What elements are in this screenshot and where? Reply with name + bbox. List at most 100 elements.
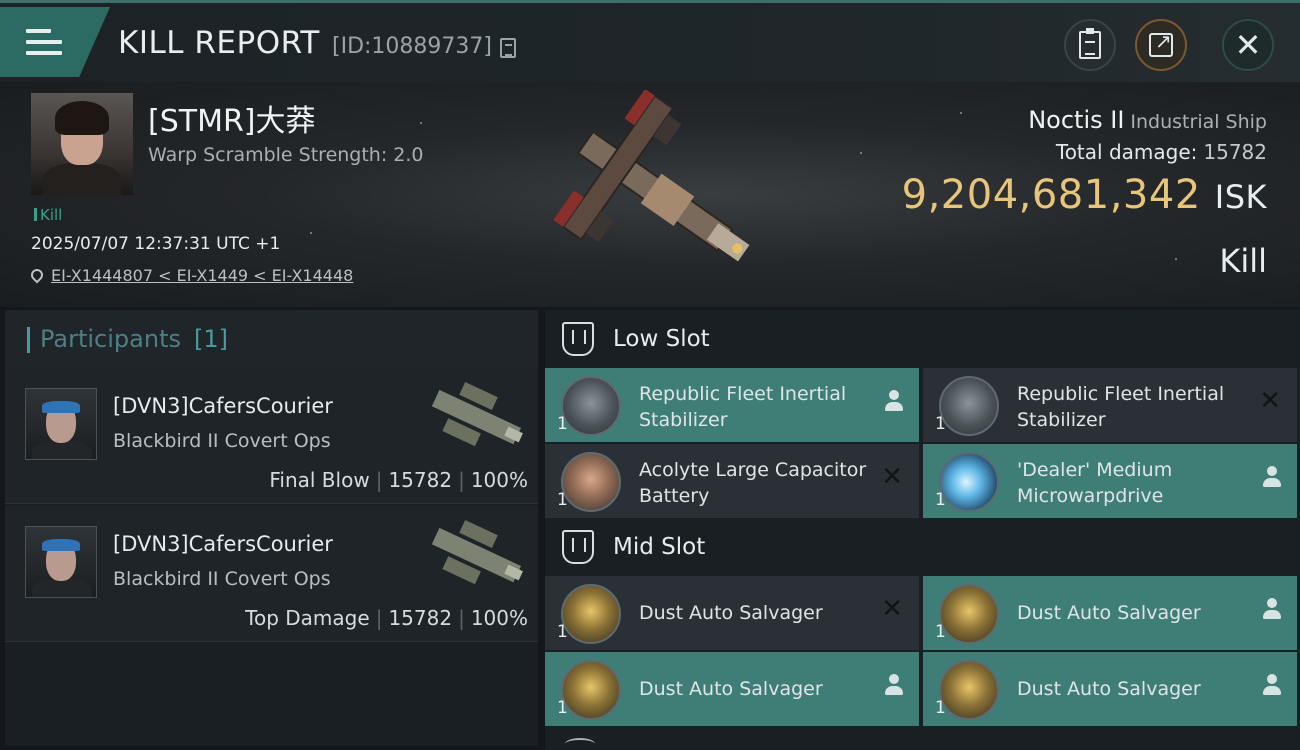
participant-percent: 100% — [470, 468, 528, 492]
close-button[interactable]: ✕ — [1222, 19, 1274, 71]
mid-slot-title: Mid Slot — [613, 534, 706, 560]
participant-name[interactable]: [DVN3]CafersCourier — [113, 532, 333, 556]
participant-ship-image — [431, 520, 523, 585]
fittings-panel: Low Slot 1 Republic Fleet Inertial Stabi… — [545, 310, 1300, 750]
location-link[interactable]: EI-X1444807 < EI-X1449 < EI-X14448 — [28, 266, 353, 285]
dropped-icon — [885, 674, 903, 702]
participant-row[interactable]: [DVN3]CafersCourier Blackbird II Covert … — [5, 506, 538, 642]
participant-role: Top Damage — [245, 606, 370, 630]
module-qty: 1 — [557, 622, 568, 642]
participant-avatar[interactable] — [25, 388, 97, 460]
kill-result: Kill — [1219, 242, 1267, 280]
dropped-icon — [1263, 598, 1281, 626]
inertial-stabilizer-icon — [561, 376, 621, 436]
participant-avatar[interactable] — [25, 526, 97, 598]
total-damage-label: Total damage: — [1055, 140, 1198, 164]
salvager-icon — [939, 660, 999, 720]
clipboard-icon — [1079, 28, 1101, 59]
participant-stats: Final Blow | 15782 | 100% — [269, 468, 528, 492]
isk-unit: ISK — [1214, 178, 1267, 216]
mid-slot-icon — [562, 530, 594, 564]
victim-panel: [STMR]大莽 Warp Scramble Strength: 2.0 Kil… — [0, 82, 1300, 307]
page-title: KILL REPORT — [118, 25, 320, 61]
module-qty: 1 — [935, 414, 946, 434]
mid-slot-header: Mid Slot — [545, 518, 1300, 576]
low-slot-title: Low Slot — [613, 326, 710, 352]
participant-damage: 15782 — [388, 606, 453, 630]
participant-ship-image — [431, 382, 523, 447]
module-name: Dust Auto Salvager — [1017, 678, 1201, 700]
inertial-stabilizer-icon — [939, 376, 999, 436]
participants-panel: Participants [1] [DVN3]CafersCourier Blac… — [5, 310, 538, 746]
module-qty: 1 — [935, 490, 946, 510]
location-pin-icon — [28, 266, 46, 284]
dropped-icon — [1263, 466, 1281, 494]
module-item[interactable]: 1 Dust Auto Salvager — [545, 652, 919, 726]
module-name: Dust Auto Salvager — [1017, 602, 1201, 624]
module-qty: 1 — [557, 414, 568, 434]
isk-value: 9,204,681,342 ISK — [902, 172, 1267, 218]
module-name: Republic Fleet Inertial Stabilizer — [639, 383, 847, 431]
kill-id: [ID:10889737] — [332, 34, 492, 59]
participant-name[interactable]: [DVN3]CafersCourier — [113, 394, 333, 418]
module-name: 'Dealer' Medium Microwarpdrive — [1017, 459, 1173, 507]
salvager-icon — [939, 584, 999, 644]
participants-header: Participants [1] — [5, 310, 538, 368]
clipboard-button[interactable] — [1064, 19, 1116, 71]
total-damage-value: 15782 — [1203, 140, 1267, 164]
module-name: Dust Auto Salvager — [639, 602, 823, 624]
module-item[interactable]: 1 Dust Auto Salvager ✕ — [545, 576, 919, 650]
victim-avatar[interactable] — [31, 93, 133, 195]
low-slot-icon — [562, 322, 594, 356]
dropped-icon — [1263, 674, 1281, 702]
module-item[interactable]: 1 Republic Fleet Inertial Stabilizer — [545, 368, 919, 442]
close-icon: ✕ — [1234, 26, 1262, 64]
module-name: Dust Auto Salvager — [639, 678, 823, 700]
menu-button[interactable] — [0, 7, 110, 77]
module-name: Acolyte Large Capacitor Battery — [639, 459, 867, 507]
module-item[interactable]: 1 'Dealer' Medium Microwarpdrive — [923, 444, 1297, 518]
module-qty: 1 — [935, 622, 946, 642]
victim-ship-name[interactable]: Noctis II Industrial Ship — [1028, 106, 1267, 134]
microwarpdrive-icon — [939, 452, 999, 512]
kill-tag: Kill — [34, 206, 62, 224]
destroyed-icon: ✕ — [881, 594, 903, 624]
participant-ship: Blackbird II Covert Ops — [113, 568, 331, 590]
destroyed-icon: ✕ — [881, 462, 903, 492]
module-item[interactable]: 1 Acolyte Large Capacitor Battery ✕ — [545, 444, 919, 518]
kill-timestamp: 2025/07/07 12:37:31 UTC +1 — [31, 234, 281, 254]
participants-title: Participants [1] — [27, 325, 228, 353]
next-slot-icon — [565, 738, 595, 750]
capacitor-battery-icon — [561, 452, 621, 512]
copy-icon[interactable] — [500, 38, 516, 58]
low-slot-header: Low Slot — [545, 310, 1300, 368]
module-qty: 1 — [557, 490, 568, 510]
location-path[interactable]: EI-X1444807 < EI-X1449 < EI-X14448 — [51, 266, 353, 285]
share-button[interactable] — [1135, 19, 1187, 71]
dropped-icon — [885, 390, 903, 418]
module-qty: 1 — [557, 698, 568, 718]
isk-amount: 9,204,681,342 — [901, 172, 1201, 218]
total-damage: Total damage: 15782 — [1056, 140, 1267, 164]
participant-row[interactable]: [DVN3]CafersCourier Blackbird II Covert … — [5, 368, 538, 504]
victim-name[interactable]: [STMR]大莽 — [148, 96, 316, 140]
module-item[interactable]: 1 Dust Auto Salvager — [923, 576, 1297, 650]
destroyed-icon: ✕ — [1259, 386, 1281, 416]
victim-ship-class: Industrial Ship — [1130, 111, 1267, 133]
salvager-icon — [561, 660, 621, 720]
header-bar: KILL REPORT [ID:10889737] ✕ — [0, 0, 1300, 82]
salvager-icon — [561, 584, 621, 644]
module-item[interactable]: 1 Republic Fleet Inertial Stabilizer ✕ — [923, 368, 1297, 442]
warp-scramble-strength: Warp Scramble Strength: 2.0 — [148, 144, 424, 166]
module-name: Republic Fleet Inertial Stabilizer — [1017, 383, 1225, 431]
participant-percent: 100% — [470, 606, 528, 630]
participant-role: Final Blow — [269, 468, 370, 492]
share-icon — [1149, 29, 1173, 57]
participants-count: [1] — [193, 325, 228, 353]
module-qty: 1 — [935, 698, 946, 718]
menu-icon — [26, 29, 62, 57]
module-item[interactable]: 1 Dust Auto Salvager — [923, 652, 1297, 726]
victim-ship-image — [553, 90, 750, 262]
participant-ship: Blackbird II Covert Ops — [113, 430, 331, 452]
participant-damage: 15782 — [388, 468, 453, 492]
